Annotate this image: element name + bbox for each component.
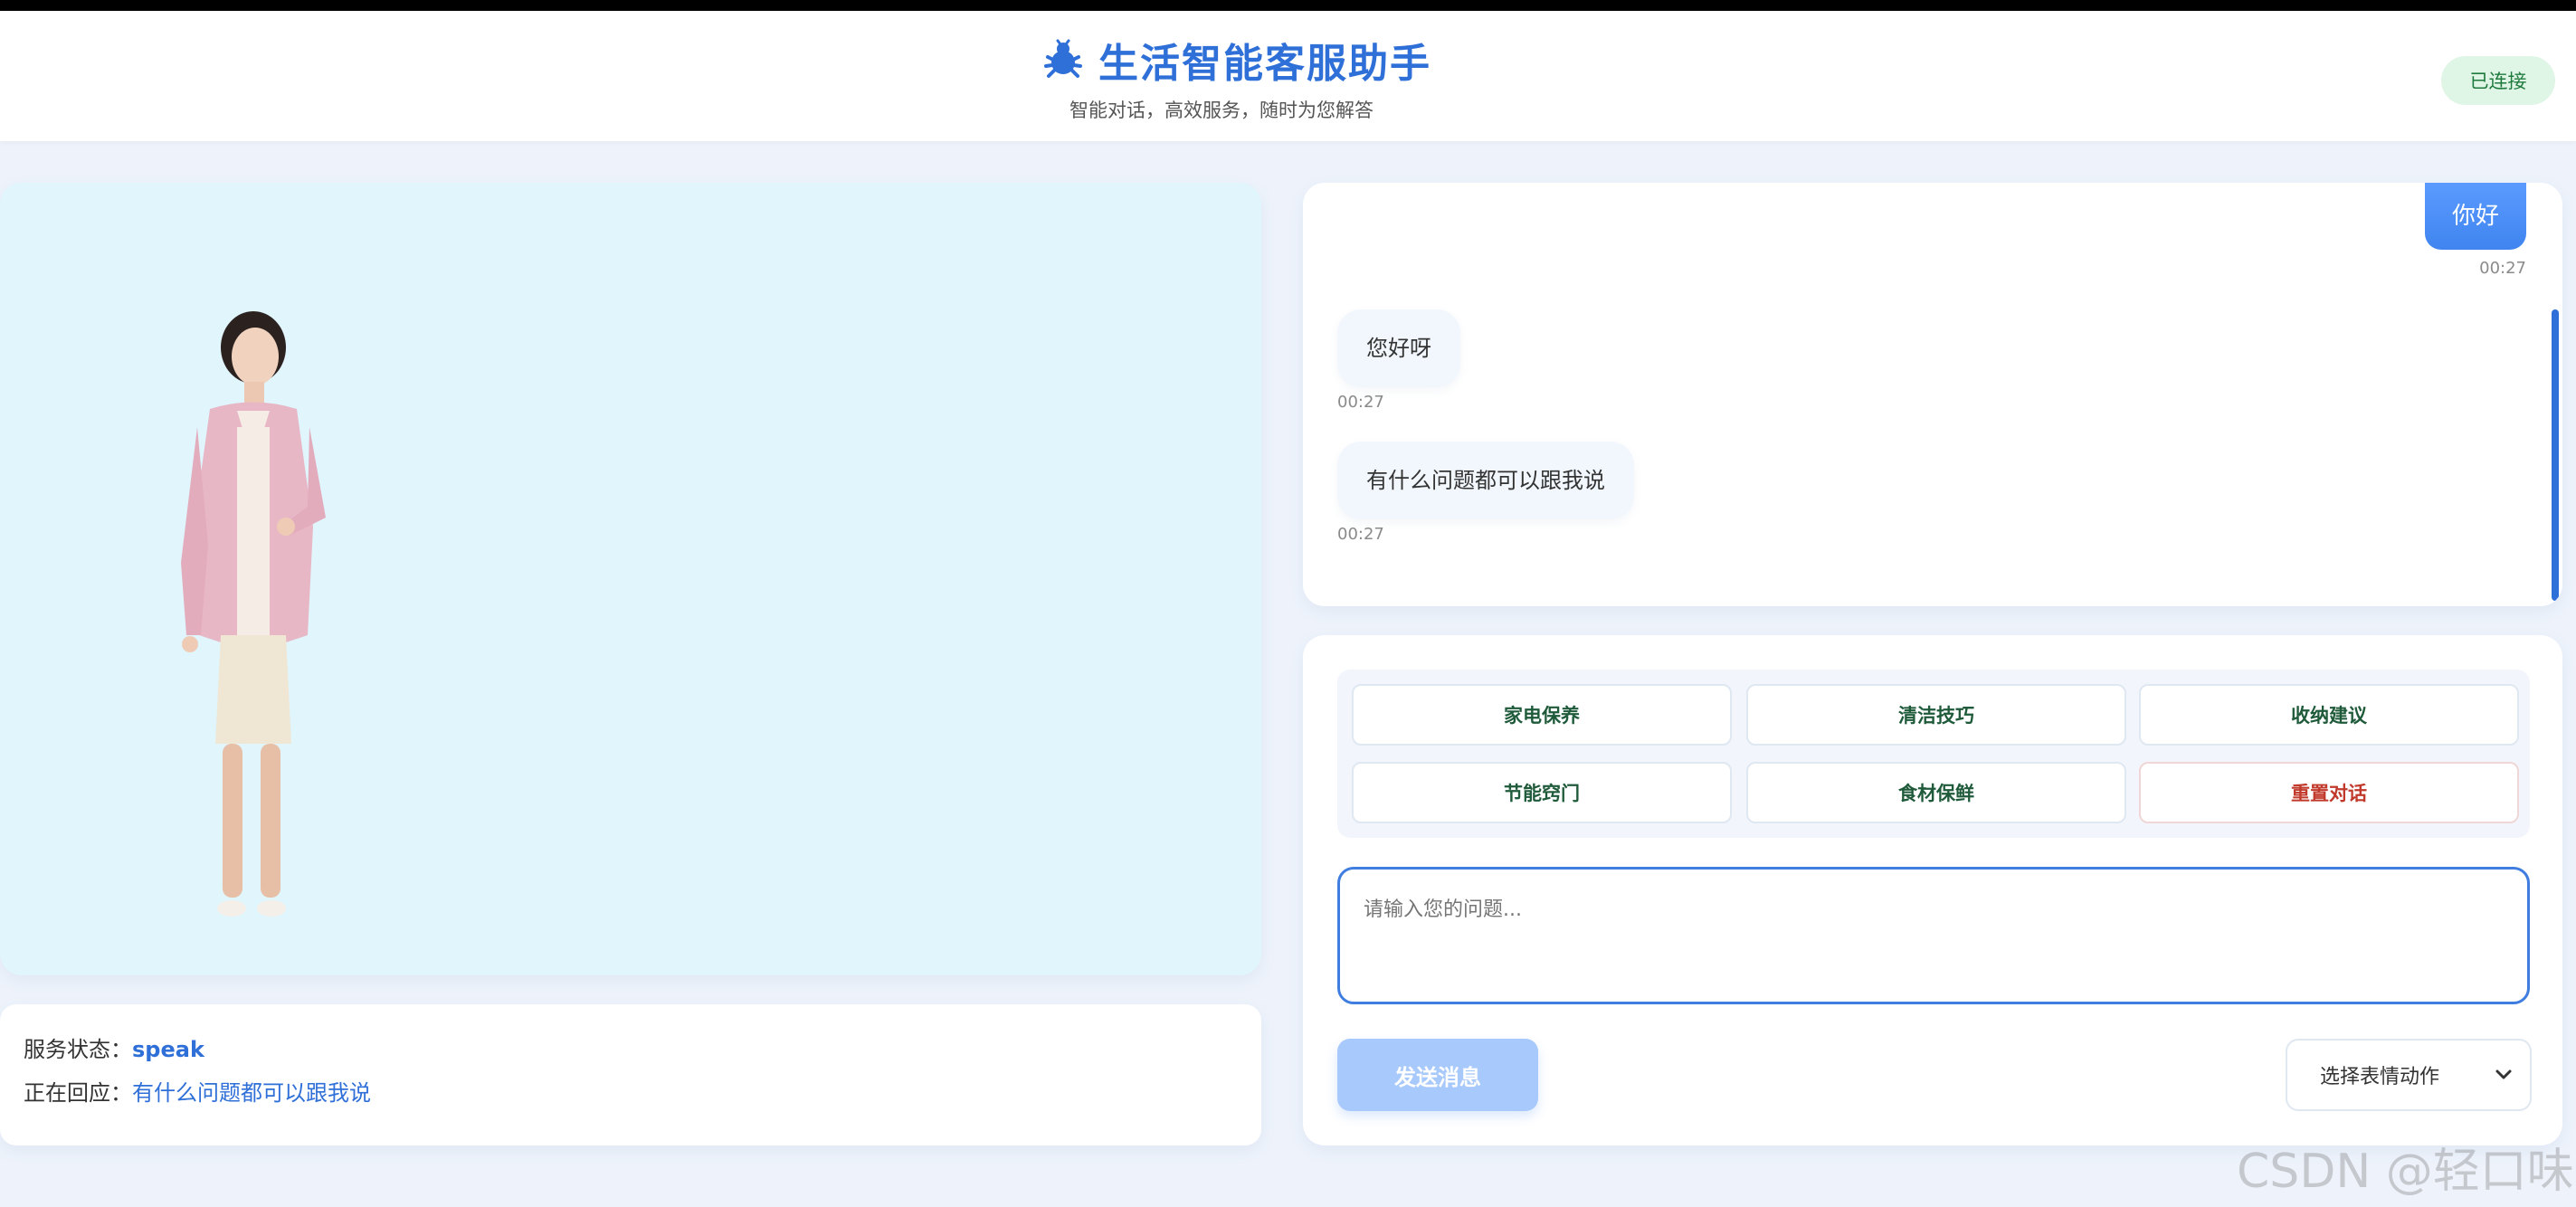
expression-select-value: 选择表情动作 (2320, 1066, 2440, 1088)
connection-status-badge: 已连接 (2441, 56, 2555, 105)
page-subtitle: 智能对话，高效服务，随时为您解答 (1069, 100, 1374, 121)
chat-scrollbar[interactable] (2552, 309, 2559, 601)
control-panel: 家电保养 清洁技巧 收纳建议 节能窍门 食材保鲜 重置对话 发送消息 选择表情动… (1303, 635, 2562, 1145)
message-time: 00:27 (1337, 525, 1384, 544)
bot-message-bubble: 有什么问题都可以跟我说 (1337, 442, 1634, 519)
quick-action-food-preservation[interactable]: 食材保鲜 (1746, 762, 2126, 823)
service-status-label: 服务状态： (24, 1037, 132, 1062)
bug-icon (1044, 39, 1082, 78)
message-input[interactable] (1337, 867, 2530, 1004)
chat-panel[interactable]: 你好 00:27 您好呀 00:27 有什么问题都可以跟我说 00:27 (1303, 183, 2562, 606)
page-title: 生活智能客服助手 (1098, 41, 1431, 87)
digital-human-avatar (181, 311, 326, 917)
service-info-panel: 服务状态：speak 正在回应：有什么问题都可以跟我说 (0, 1004, 1261, 1145)
avatar-panel (0, 183, 1261, 975)
chevron-down-icon (2495, 1069, 2512, 1079)
watermark: CSDN @轻口味 (2237, 1145, 2574, 1199)
window-top-bar (0, 0, 2576, 11)
brand: 生活智能客服助手 (1041, 31, 1431, 89)
message-time: 00:27 (2479, 259, 2526, 278)
quick-action-energy-saving[interactable]: 节能窍门 (1352, 762, 1732, 823)
responding-value: 有什么问题都可以跟我说 (132, 1080, 371, 1106)
user-message-bubble: 你好 (2424, 183, 2526, 250)
responding-row: 正在回应：有什么问题都可以跟我说 (24, 1075, 371, 1107)
quick-action-storage-advice[interactable]: 收纳建议 (2139, 684, 2519, 746)
bot-message-bubble: 您好呀 (1337, 309, 1460, 387)
quick-action-cleaning-tips[interactable]: 清洁技巧 (1746, 684, 2126, 746)
responding-label: 正在回应： (24, 1080, 132, 1106)
quick-actions: 家电保养 清洁技巧 收纳建议 节能窍门 食材保鲜 重置对话 (1337, 670, 2530, 838)
app-header: 生活智能客服助手 智能对话，高效服务，随时为您解答 已连接 (0, 11, 2576, 141)
send-message-button[interactable]: 发送消息 (1337, 1039, 1538, 1111)
message-time: 00:27 (1337, 393, 1384, 412)
reset-conversation-button[interactable]: 重置对话 (2139, 762, 2519, 823)
service-status-row: 服务状态：speak (24, 1031, 204, 1063)
expression-action-select[interactable]: 选择表情动作 (2286, 1039, 2532, 1111)
service-status-value: speak (132, 1037, 204, 1062)
quick-action-appliance-care[interactable]: 家电保养 (1352, 684, 1732, 746)
